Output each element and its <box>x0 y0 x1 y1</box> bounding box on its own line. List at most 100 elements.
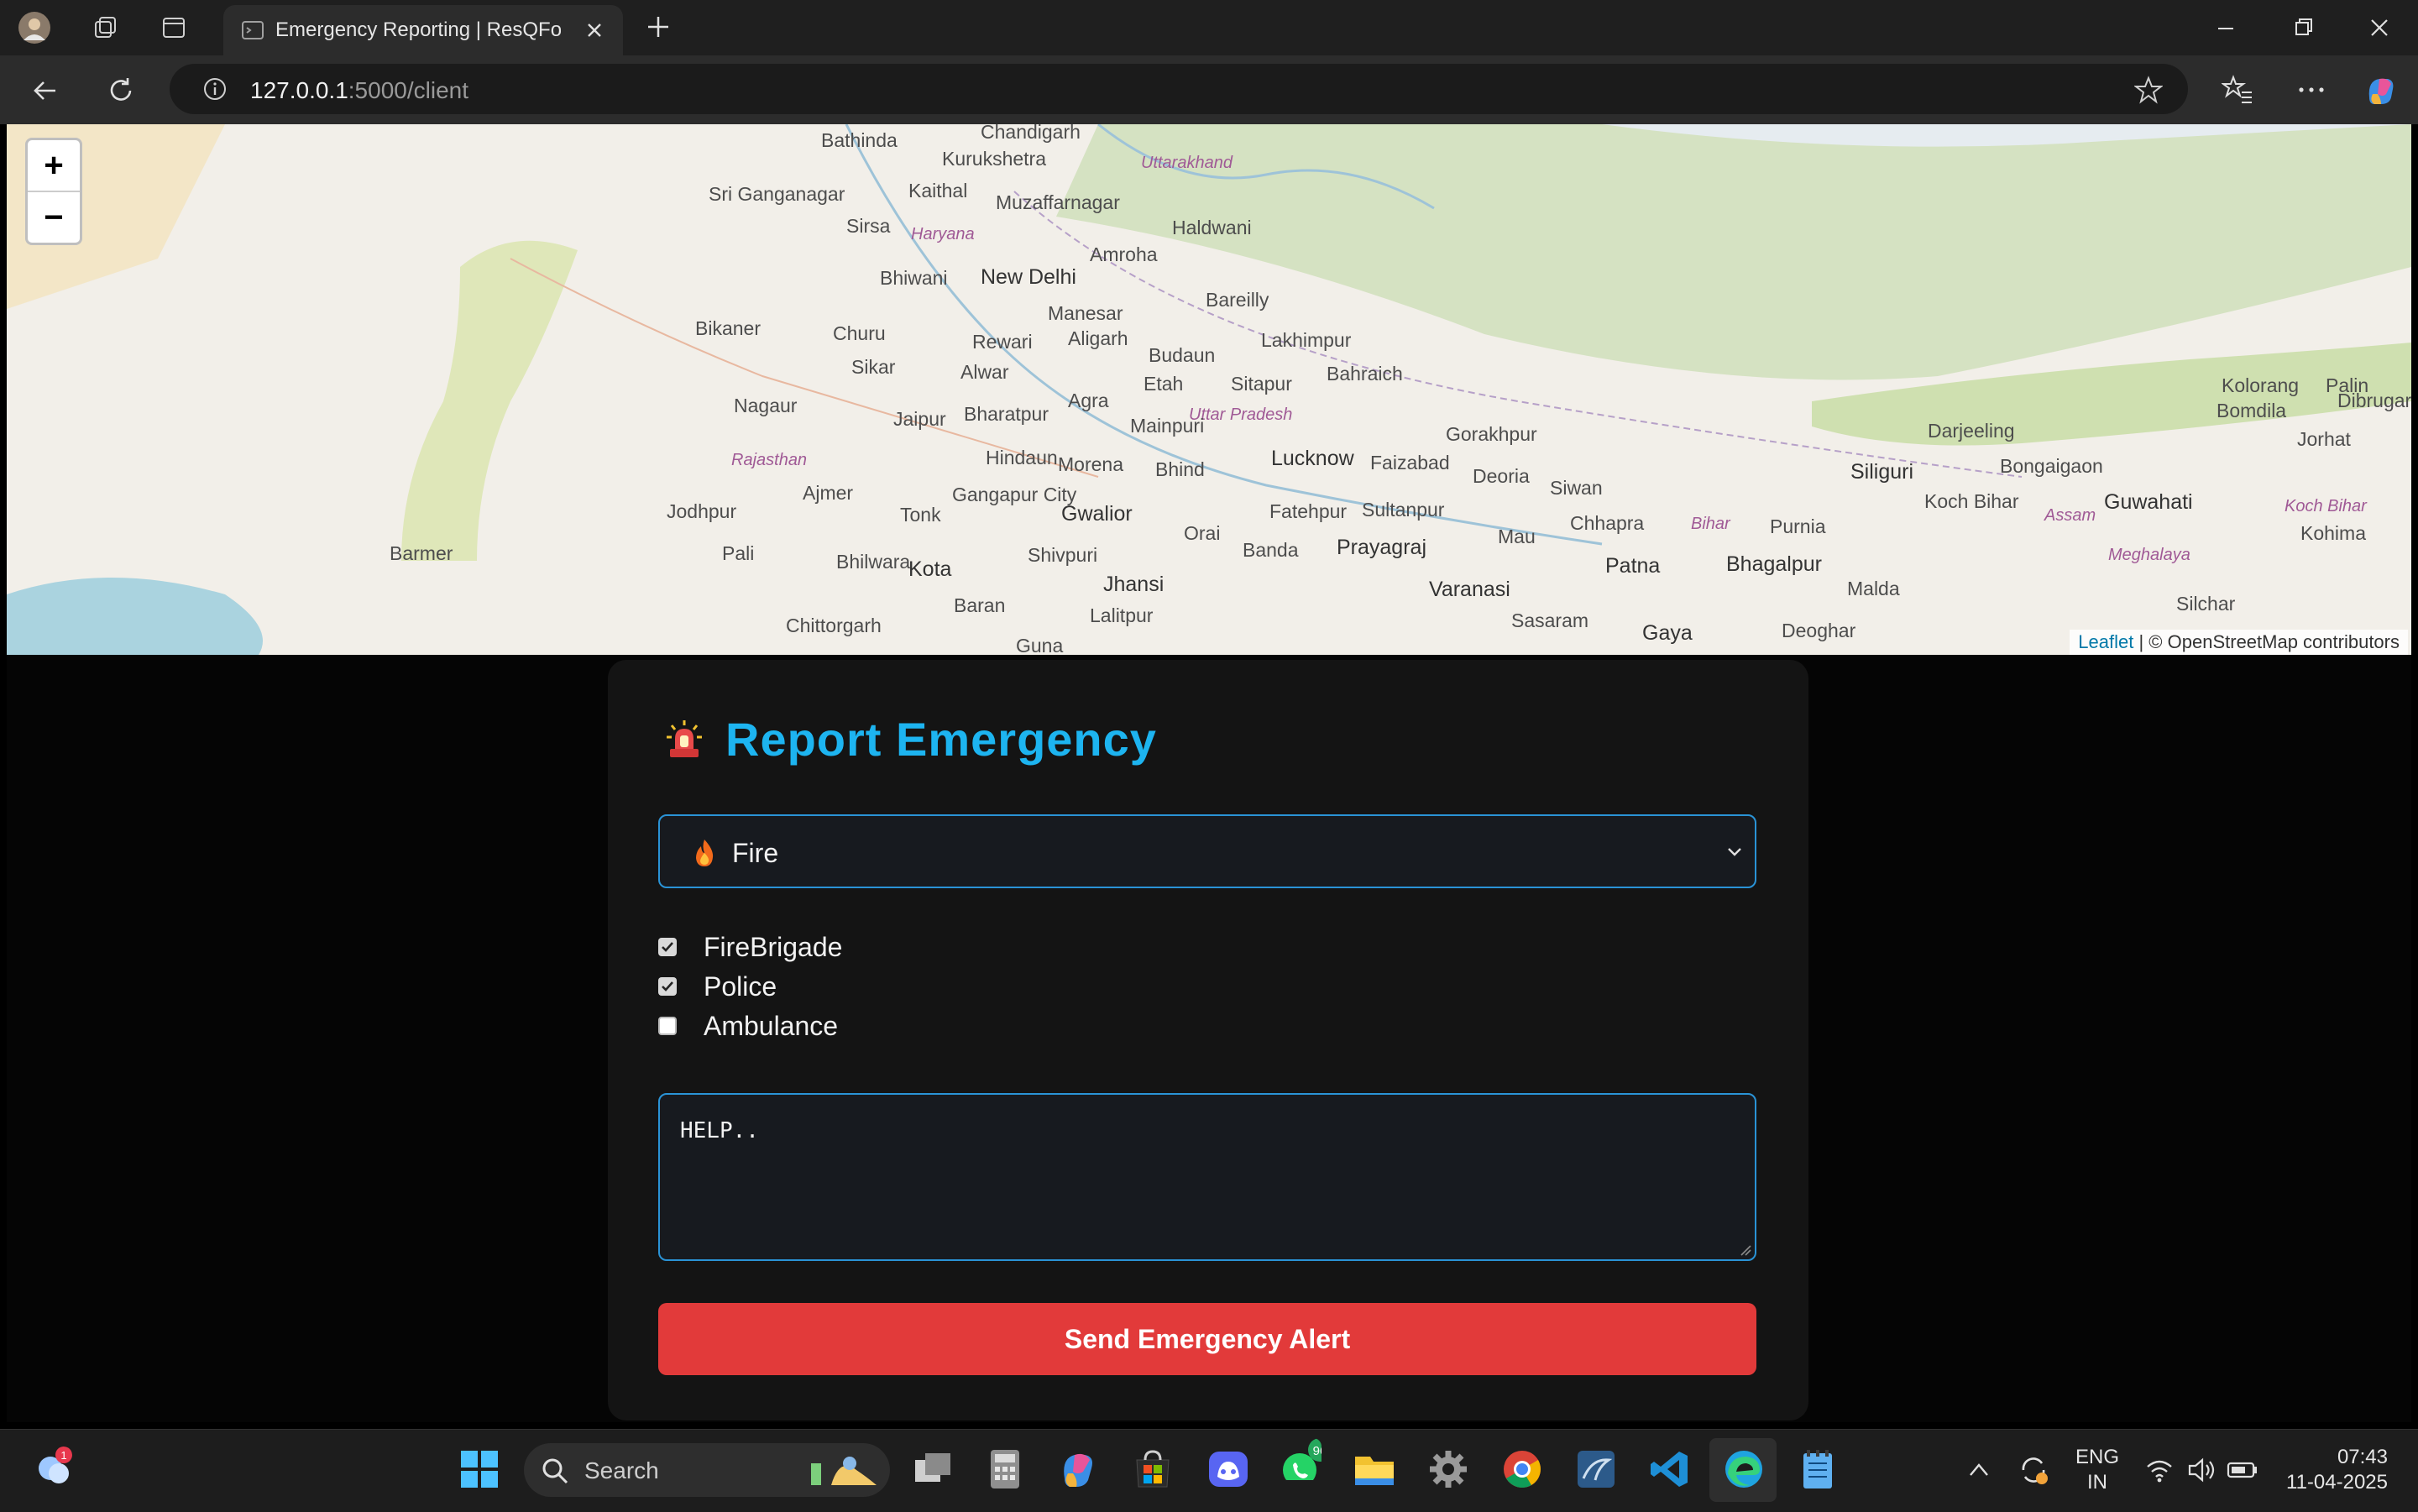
map-label: Tonk <box>900 504 941 526</box>
file-explorer-icon[interactable] <box>1353 1448 1395 1490</box>
sync-icon[interactable] <box>2017 1453 2050 1487</box>
map-label: Haldwani <box>1172 217 1252 238</box>
wifi-icon[interactable] <box>2144 1457 2175 1483</box>
zoom-in-button[interactable]: + <box>28 140 80 192</box>
map-label: Uttarakhand <box>1141 154 1233 172</box>
map-label: Patna <box>1605 554 1661 578</box>
search-icon <box>542 1458 568 1484</box>
favorite-star-icon[interactable] <box>2134 76 2163 104</box>
checkmark-icon <box>662 981 673 991</box>
leaflet-link[interactable]: Leaflet <box>2078 631 2133 652</box>
language-code: ENG <box>2075 1446 2119 1468</box>
new-tab-icon[interactable] <box>645 13 672 40</box>
map-label: Shivpuri <box>1028 544 1098 566</box>
map-label: Etah <box>1144 373 1184 395</box>
url-path: :5000/client <box>348 77 468 103</box>
profile-avatar[interactable] <box>18 12 50 44</box>
siren-icon <box>667 720 702 757</box>
site-info-icon[interactable] <box>203 77 227 101</box>
map-label: Jhansi <box>1103 573 1165 596</box>
discord-icon[interactable] <box>1207 1448 1249 1490</box>
volume-icon[interactable] <box>2186 1457 2216 1483</box>
favorites-icon[interactable] <box>2222 74 2253 106</box>
map-label: Sirsa <box>846 215 891 237</box>
language-indicator[interactable]: ENG IN <box>2074 1445 2121 1495</box>
map-label: Bhiwani <box>880 267 948 289</box>
map-label: Orai <box>1184 522 1221 544</box>
mysql-workbench-icon[interactable] <box>1575 1448 1617 1490</box>
chrome-icon[interactable] <box>1501 1448 1543 1490</box>
map-label: Guna <box>1016 635 1064 655</box>
back-icon[interactable] <box>30 76 60 106</box>
refresh-icon[interactable] <box>106 76 136 106</box>
map-label: Kolorang <box>2222 374 2300 396</box>
url-text: 127.0.0.1:5000/client <box>250 77 468 104</box>
map-view[interactable]: Uttarakhand Haryana Uttar Pradesh Rajast… <box>7 124 2411 655</box>
settings-gear-icon[interactable] <box>1427 1448 1469 1490</box>
map-label: Bhind <box>1155 458 1205 480</box>
map-label: Lalitpur <box>1090 604 1154 626</box>
workspaces-icon[interactable] <box>89 12 121 44</box>
map-label: Rewari <box>972 331 1033 353</box>
resize-handle-icon[interactable] <box>1740 1244 1751 1256</box>
copilot-icon[interactable] <box>2363 72 2400 109</box>
windows-start-icon[interactable] <box>458 1448 500 1490</box>
map-label: Malda <box>1847 578 1900 599</box>
map-label: Assam <box>2044 506 2096 525</box>
chevron-down-icon <box>1728 848 1741 856</box>
map-label: Pali <box>722 542 755 564</box>
attribution-text: | © OpenStreetMap contributors <box>2138 631 2400 652</box>
map-label: Bathinda <box>821 129 898 151</box>
search-highlight-icon <box>811 1457 877 1485</box>
map-label: Gorakhpur <box>1446 423 1537 445</box>
vertical-tabs-icon[interactable] <box>158 12 190 44</box>
restore-icon[interactable] <box>2285 13 2319 44</box>
address-bar[interactable]: 127.0.0.1:5000/client <box>170 64 2188 114</box>
map-label: Bharatpur <box>964 403 1049 425</box>
map-label: Siliguri <box>1850 460 1914 484</box>
map-label: Baran <box>954 594 1006 616</box>
map-label: Guwahati <box>2104 490 2193 514</box>
battery-icon[interactable] <box>2227 1458 2260 1482</box>
close-window-icon[interactable] <box>2363 13 2396 44</box>
calculator-icon[interactable] <box>984 1448 1026 1490</box>
map-label: Kaithal <box>908 180 968 201</box>
task-view-icon[interactable] <box>912 1448 954 1490</box>
firebrigade-checkbox[interactable] <box>658 938 677 956</box>
page-favicon-icon <box>242 21 264 39</box>
browser-tab-strip: Emergency Reporting | ResQForce <box>0 0 2418 55</box>
close-tab-icon[interactable] <box>586 22 603 39</box>
map-label: Faizabad <box>1370 452 1450 473</box>
more-options-icon[interactable] <box>2295 74 2327 106</box>
map-label: Alwar <box>960 361 1009 383</box>
zoom-out-button[interactable]: − <box>28 192 80 243</box>
weather-icon[interactable]: 1 <box>30 1447 72 1488</box>
map-label: Aligarh <box>1068 327 1128 349</box>
checkbox-row-police[interactable]: Police <box>658 970 777 1003</box>
map-label: Chittorgarh <box>786 615 882 636</box>
map-label: Uttar Pradesh <box>1189 405 1293 424</box>
chevron-up-icon[interactable] <box>1968 1460 1990 1480</box>
microsoft-store-icon[interactable] <box>1132 1448 1174 1490</box>
map-label: Jaipur <box>893 408 946 430</box>
ambulance-checkbox[interactable] <box>658 1017 677 1035</box>
whatsapp-icon[interactable]: 96 <box>1280 1438 1322 1480</box>
checkbox-row-firebrigade[interactable]: FireBrigade <box>658 930 842 964</box>
message-textarea[interactable]: HELP.. <box>658 1093 1756 1261</box>
map-terrain <box>7 124 2411 655</box>
checkbox-row-ambulance[interactable]: Ambulance <box>658 1009 838 1043</box>
send-alert-button[interactable]: Send Emergency Alert <box>658 1303 1756 1375</box>
clock[interactable]: 07:43 11-04-2025 <box>2270 1445 2388 1495</box>
police-checkbox[interactable] <box>658 977 677 996</box>
map-attribution: Leaflet | © OpenStreetMap contributors <box>2070 630 2408 655</box>
tab-emergency-reporting[interactable]: Emergency Reporting | ResQForce <box>223 5 623 55</box>
minimize-icon[interactable] <box>2208 13 2242 44</box>
map-label: Bahraich <box>1327 363 1403 385</box>
emergency-type-select[interactable]: Fire <box>658 814 1756 888</box>
taskbar-search[interactable]: Search <box>524 1443 890 1497</box>
taskbar: 1 Search 96 ENG IN 07:43 11-04-2025 <box>0 1429 2418 1512</box>
copilot-app-icon[interactable] <box>1058 1448 1100 1490</box>
vscode-icon[interactable] <box>1649 1448 1691 1490</box>
notepad-icon[interactable] <box>1797 1448 1839 1490</box>
edge-icon[interactable] <box>1723 1448 1765 1490</box>
